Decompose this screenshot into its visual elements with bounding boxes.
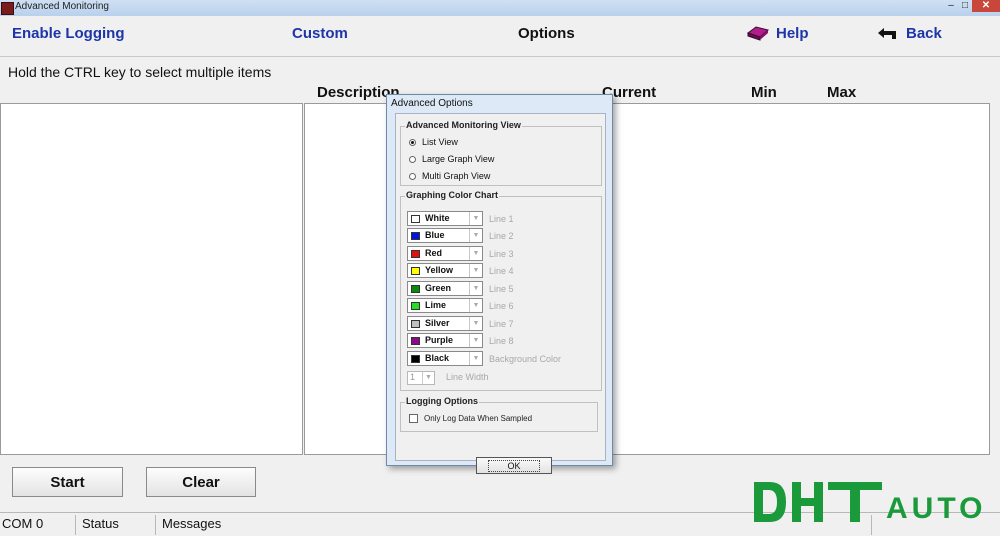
chevron-down-icon[interactable]: ▼ xyxy=(469,264,482,277)
color-target-label: Line 3 xyxy=(489,249,514,259)
advanced-options-dialog: Advanced Options Advanced Monitoring Vie… xyxy=(386,94,613,474)
chevron-down-icon[interactable]: ▼ xyxy=(469,282,482,295)
dialog-body: Advanced Monitoring View List View Large… xyxy=(395,113,606,474)
color-target-label: Line 8 xyxy=(489,336,514,346)
color-target-label: Line 6 xyxy=(489,301,514,311)
monitoring-view-label: Advanced Monitoring View xyxy=(405,120,522,130)
color-swatch xyxy=(411,302,420,310)
status-text: Status xyxy=(80,515,156,535)
color-swatch xyxy=(411,267,420,275)
parameter-list[interactable] xyxy=(0,103,303,455)
help-menu[interactable]: Help xyxy=(776,25,809,42)
color-select[interactable]: Lime ▼ xyxy=(407,298,483,313)
chevron-down-icon[interactable]: ▼ xyxy=(469,334,482,347)
color-swatch xyxy=(411,232,420,240)
column-min: Min xyxy=(751,84,777,101)
window-title: Advanced Monitoring xyxy=(15,1,109,12)
color-swatch xyxy=(411,320,420,328)
custom-menu[interactable]: Custom xyxy=(292,25,348,42)
checkbox-icon[interactable] xyxy=(409,414,418,423)
maximize-button[interactable]: □ xyxy=(958,0,972,12)
chevron-down-icon[interactable]: ▼ xyxy=(469,247,482,260)
line-width-select[interactable]: 1 ▼ xyxy=(407,371,435,385)
clear-button[interactable]: Clear xyxy=(146,467,256,497)
only-log-checkbox[interactable]: Only Log Data When Sampled xyxy=(409,414,532,423)
title-bar: Advanced Monitoring – □ ✕ xyxy=(0,0,1000,16)
radio-selected-icon[interactable] xyxy=(409,138,416,146)
app-icon xyxy=(1,2,14,15)
color-swatch xyxy=(411,250,420,258)
color-swatch xyxy=(411,285,420,293)
color-select[interactable]: Yellow ▼ xyxy=(407,263,483,278)
color-target-label: Line 7 xyxy=(489,319,514,329)
close-button[interactable]: ✕ xyxy=(972,0,1000,12)
color-target-label: Background Color xyxy=(489,354,562,364)
help-icon[interactable] xyxy=(746,24,770,42)
color-target-label: Line 2 xyxy=(489,231,514,241)
radio-icon[interactable] xyxy=(409,172,416,180)
color-target-label: Line 5 xyxy=(489,284,514,294)
color-chart-group: Graphing Color Chart White ▼ Line 1 Blue… xyxy=(400,190,602,391)
monitoring-view-group: Advanced Monitoring View List View Large… xyxy=(400,120,602,186)
chevron-down-icon[interactable]: ▼ xyxy=(469,352,482,365)
color-select[interactable]: Silver ▼ xyxy=(407,316,483,331)
options-menu[interactable]: Options xyxy=(518,25,575,42)
radio-large-graph-view[interactable]: Large Graph View xyxy=(409,153,494,165)
color-target-label: Line 1 xyxy=(489,214,514,224)
enable-logging-menu[interactable]: Enable Logging xyxy=(12,25,125,42)
menu-bar: Enable Logging Custom Options Help Back xyxy=(0,16,1000,57)
back-arrow-icon[interactable] xyxy=(876,25,898,43)
color-swatch xyxy=(411,215,420,223)
logging-options-label: Logging Options xyxy=(405,396,479,406)
chevron-down-icon[interactable]: ▼ xyxy=(422,372,434,384)
selection-hint: Hold the CTRL key to select multiple ite… xyxy=(8,64,272,80)
ok-button[interactable]: OK xyxy=(476,457,552,474)
chevron-down-icon[interactable]: ▼ xyxy=(469,229,482,242)
color-chart-label: Graphing Color Chart xyxy=(405,190,499,200)
logging-options-group: Logging Options Only Log Data When Sampl… xyxy=(400,396,598,432)
svg-text:AUTO: AUTO xyxy=(886,492,986,525)
color-select[interactable]: Black ▼ xyxy=(407,351,483,366)
color-select[interactable]: Blue ▼ xyxy=(407,228,483,243)
column-max: Max xyxy=(827,84,857,101)
dialog-title: Advanced Options xyxy=(391,98,473,109)
dhtauto-logo: AUTO xyxy=(754,482,986,525)
status-port: COM 0 xyxy=(0,515,76,535)
color-swatch xyxy=(411,355,420,363)
color-select[interactable]: Red ▼ xyxy=(407,246,483,261)
chevron-down-icon[interactable]: ▼ xyxy=(469,212,482,225)
color-select[interactable]: White ▼ xyxy=(407,211,483,226)
color-target-label: Line 4 xyxy=(489,266,514,276)
chevron-down-icon[interactable]: ▼ xyxy=(469,299,482,312)
minimize-button[interactable]: – xyxy=(944,0,958,12)
back-menu[interactable]: Back xyxy=(906,25,942,42)
color-select[interactable]: Purple ▼ xyxy=(407,333,483,348)
radio-multi-graph-view[interactable]: Multi Graph View xyxy=(409,170,490,182)
start-button[interactable]: Start xyxy=(12,467,123,497)
radio-list-view[interactable]: List View xyxy=(409,136,458,148)
color-select[interactable]: Green ▼ xyxy=(407,281,483,296)
color-swatch xyxy=(411,337,420,345)
chevron-down-icon[interactable]: ▼ xyxy=(469,317,482,330)
line-width-label: Line Width xyxy=(446,372,489,382)
radio-icon[interactable] xyxy=(409,155,416,163)
